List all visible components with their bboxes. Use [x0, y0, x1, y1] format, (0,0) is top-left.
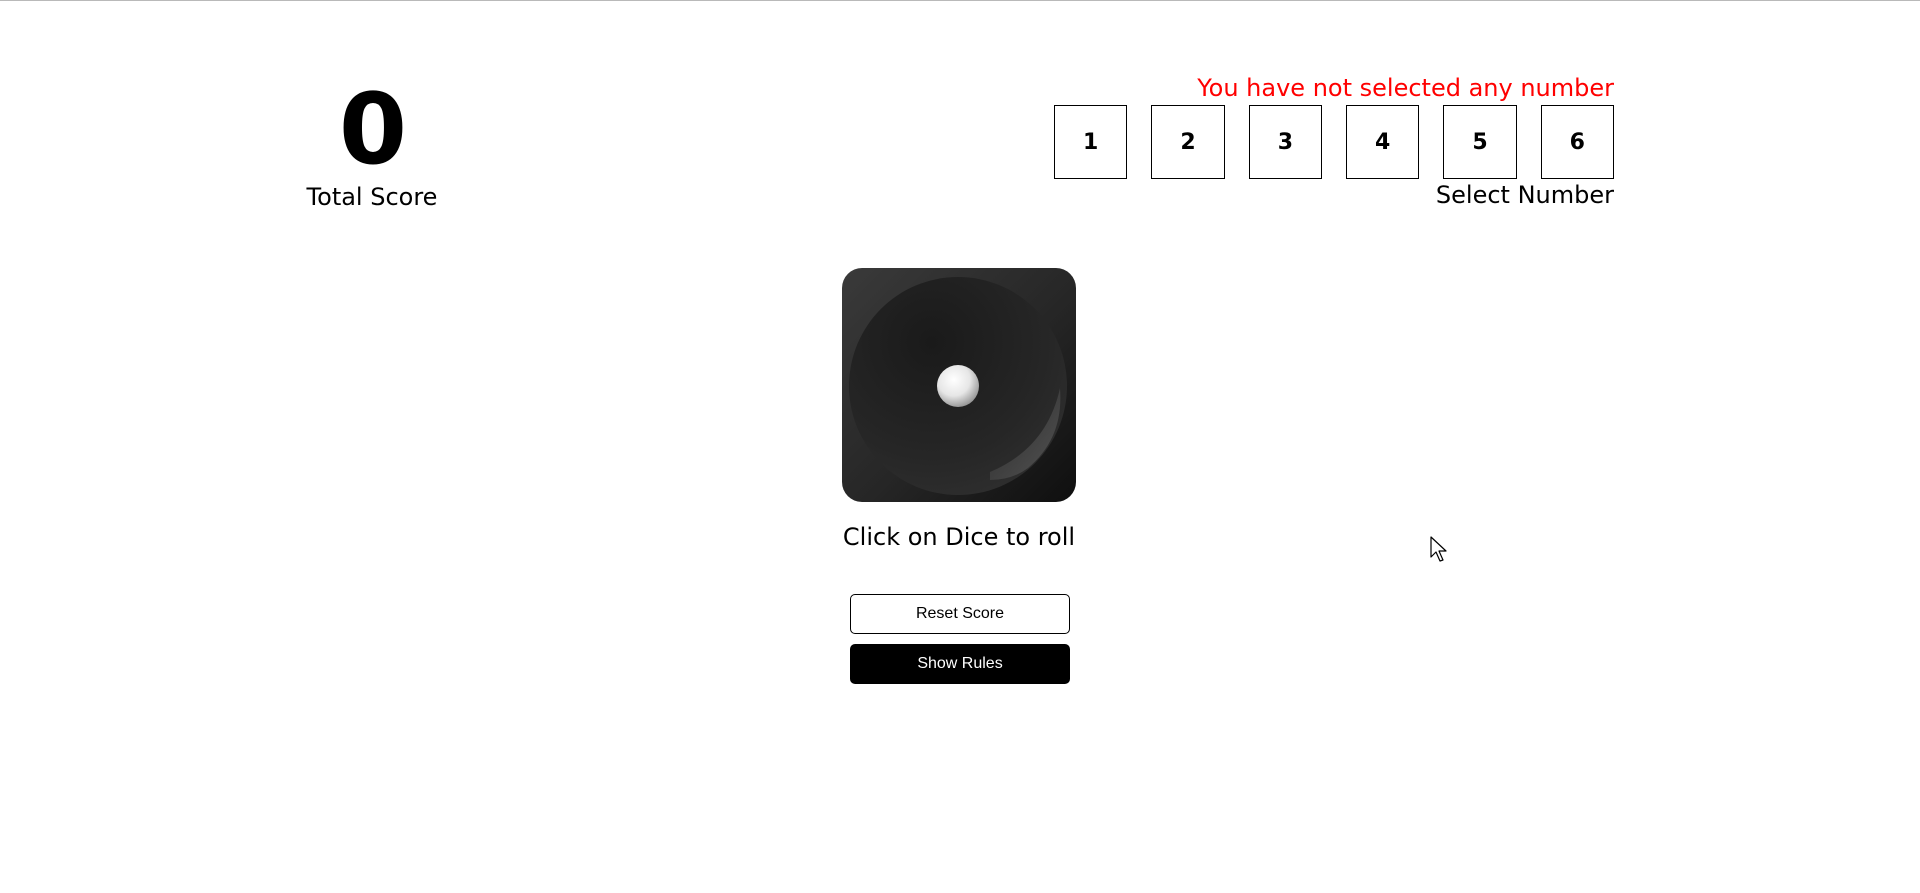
- top-border: [0, 0, 1920, 1]
- total-score-value: 0: [338, 73, 407, 187]
- number-selector: You have not selected any number 1 2 3 4…: [1054, 72, 1614, 211]
- dice-area: [842, 268, 1078, 502]
- number-option-2[interactable]: 2: [1151, 105, 1225, 179]
- dice-icon[interactable]: [842, 268, 1076, 502]
- reset-score-button[interactable]: Reset Score: [850, 594, 1070, 634]
- number-options: 1 2 3 4 5 6: [1054, 105, 1614, 179]
- number-option-1[interactable]: 1: [1054, 105, 1128, 179]
- number-option-4[interactable]: 4: [1346, 105, 1420, 179]
- number-option-3[interactable]: 3: [1248, 105, 1323, 179]
- selection-error-message: You have not selected any number: [1197, 74, 1614, 102]
- number-option-6[interactable]: 6: [1540, 105, 1614, 179]
- number-option-5[interactable]: 5: [1443, 105, 1517, 179]
- select-number-label: Select Number: [1435, 181, 1614, 209]
- mouse-pointer-icon: [1430, 536, 1447, 562]
- show-rules-button[interactable]: Show Rules: [850, 644, 1070, 684]
- score-panel: 0 Total Score: [292, 78, 452, 212]
- dice-roll-caption: Click on Dice to roll: [842, 523, 1076, 551]
- total-score-label: Total Score: [306, 183, 438, 211]
